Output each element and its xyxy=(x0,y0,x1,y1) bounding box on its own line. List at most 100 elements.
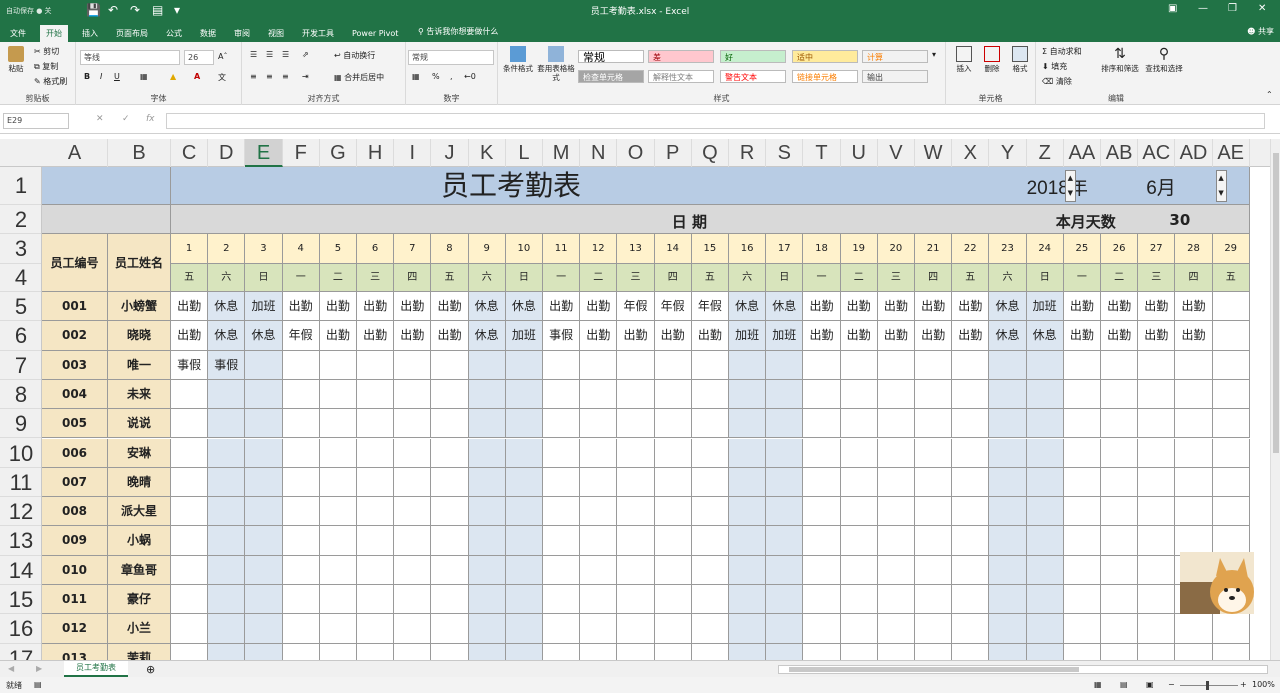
attendance-cell[interactable] xyxy=(691,614,729,644)
weekday-cell[interactable]: 六 xyxy=(468,264,506,292)
attendance-cell[interactable] xyxy=(915,614,953,644)
attendance-cell[interactable]: 出勤 xyxy=(282,292,320,322)
attendance-cell[interactable] xyxy=(617,614,655,644)
attendance-cell[interactable]: 出勤 xyxy=(580,321,618,351)
attendance-cell[interactable] xyxy=(654,438,692,468)
attendance-cell[interactable]: 休息 xyxy=(989,321,1027,351)
attendance-cell[interactable] xyxy=(1101,438,1139,468)
attendance-cell[interactable] xyxy=(319,643,357,660)
attendance-cell[interactable] xyxy=(654,526,692,556)
attendance-cell[interactable] xyxy=(394,379,432,410)
formula-input[interactable] xyxy=(166,113,1265,129)
attendance-cell[interactable] xyxy=(691,350,729,380)
grow-font-icon[interactable]: Aˆ xyxy=(218,52,227,61)
attendance-cell[interactable] xyxy=(431,526,469,556)
attendance-cell[interactable] xyxy=(394,555,432,585)
attendance-cell[interactable]: 出勤 xyxy=(319,292,357,322)
attendance-cell[interactable] xyxy=(468,438,506,468)
attendance-cell[interactable] xyxy=(989,497,1027,527)
employee-id-cell[interactable]: 006 xyxy=(42,438,108,468)
attendance-cell[interactable] xyxy=(877,467,915,498)
gallery-more-icon[interactable]: ▾ xyxy=(932,50,936,59)
attendance-cell[interactable] xyxy=(282,379,320,410)
row-header-15[interactable]: 15 xyxy=(0,585,41,615)
weekday-cell[interactable]: 四 xyxy=(654,264,692,292)
col-header-O[interactable]: O xyxy=(617,139,655,167)
align-right-icon[interactable]: ≡ xyxy=(282,72,289,81)
employee-name-cell[interactable]: 小兰 xyxy=(108,614,171,644)
tab-developer[interactable]: 开发工具 xyxy=(296,25,340,42)
attendance-cell[interactable] xyxy=(1212,643,1250,660)
attendance-cell[interactable] xyxy=(803,350,841,380)
day-number-cell[interactable]: 19 xyxy=(840,234,878,264)
attendance-cell[interactable] xyxy=(1063,555,1101,585)
attendance-cell[interactable] xyxy=(766,585,804,615)
col-header-W[interactable]: W xyxy=(915,139,953,167)
attendance-cell[interactable] xyxy=(319,409,357,439)
attendance-cell[interactable] xyxy=(319,555,357,585)
col-header-AD[interactable]: AD xyxy=(1175,139,1213,167)
col-header-AE[interactable]: AE xyxy=(1213,139,1250,167)
fill-button[interactable]: ⬇ 填充 xyxy=(1042,61,1067,72)
close-icon[interactable]: ✕ xyxy=(1258,3,1266,14)
attendance-cell[interactable] xyxy=(1026,350,1064,380)
attendance-cell[interactable] xyxy=(208,555,246,585)
attendance-cell[interactable]: 出勤 xyxy=(1101,292,1139,322)
attendance-cell[interactable] xyxy=(319,526,357,556)
fill-color-icon[interactable]: ▲ xyxy=(170,72,176,81)
day-number-cell[interactable]: 4 xyxy=(282,234,320,264)
attendance-cell[interactable] xyxy=(915,350,953,380)
attendance-cell[interactable] xyxy=(691,555,729,585)
attendance-cell[interactable] xyxy=(505,467,543,498)
attendance-cell[interactable] xyxy=(877,438,915,468)
day-number-cell[interactable]: 15 xyxy=(691,234,729,264)
attendance-cell[interactable] xyxy=(171,438,209,468)
tab-file[interactable]: 文件 xyxy=(4,25,32,42)
attendance-cell[interactable]: 出勤 xyxy=(654,321,692,351)
employee-name-cell[interactable]: 唯一 xyxy=(108,350,171,380)
attendance-cell[interactable]: 休息 xyxy=(1026,321,1064,351)
attendance-cell[interactable] xyxy=(766,350,804,380)
attendance-cell[interactable] xyxy=(654,585,692,615)
underline-button[interactable]: U xyxy=(114,72,120,81)
attendance-cell[interactable] xyxy=(1138,438,1176,468)
row-header-12[interactable]: 12 xyxy=(0,497,41,527)
attendance-cell[interactable] xyxy=(431,555,469,585)
attendance-cell[interactable] xyxy=(282,614,320,644)
attendance-cell[interactable]: 出勤 xyxy=(431,292,469,322)
attendance-cell[interactable] xyxy=(803,555,841,585)
col-header-P[interactable]: P xyxy=(655,139,692,167)
employee-id-cell[interactable]: 008 xyxy=(42,497,108,527)
attendance-cell[interactable] xyxy=(319,614,357,644)
attendance-cell[interactable] xyxy=(580,438,618,468)
attendance-cell[interactable] xyxy=(877,614,915,644)
attendance-cell[interactable] xyxy=(1212,321,1250,351)
attendance-cell[interactable] xyxy=(840,467,878,498)
comma-button[interactable]: , xyxy=(450,72,453,81)
zoom-out-icon[interactable]: − xyxy=(1168,680,1175,689)
attendance-cell[interactable] xyxy=(543,379,581,410)
attendance-cell[interactable] xyxy=(729,526,767,556)
copy-button[interactable]: ⧉ 复制 xyxy=(34,61,58,72)
attendance-cell[interactable] xyxy=(319,438,357,468)
row-header-6[interactable]: 6 xyxy=(0,321,41,351)
attendance-cell[interactable]: 出勤 xyxy=(1175,321,1213,351)
attendance-cell[interactable] xyxy=(989,643,1027,660)
attendance-cell[interactable] xyxy=(543,555,581,585)
attendance-cell[interactable] xyxy=(617,379,655,410)
attendance-cell[interactable] xyxy=(617,438,655,468)
align-top-icon[interactable]: ☰ xyxy=(250,50,257,59)
scroll-thumb[interactable] xyxy=(789,667,1079,672)
attendance-cell[interactable]: 出勤 xyxy=(952,292,990,322)
attendance-cell[interactable] xyxy=(915,497,953,527)
name-box[interactable]: E29 xyxy=(3,113,69,129)
attendance-cell[interactable] xyxy=(877,379,915,410)
sort-filter-button[interactable]: ⇅ 排序和筛选 xyxy=(1098,46,1142,73)
attendance-cell[interactable] xyxy=(580,555,618,585)
attendance-cell[interactable] xyxy=(357,555,395,585)
normal-view-icon[interactable]: ▦ xyxy=(1094,680,1102,689)
attendance-cell[interactable] xyxy=(394,643,432,660)
cell-style-option[interactable]: 好 xyxy=(720,50,786,63)
attendance-cell[interactable] xyxy=(357,438,395,468)
attendance-cell[interactable] xyxy=(803,497,841,527)
